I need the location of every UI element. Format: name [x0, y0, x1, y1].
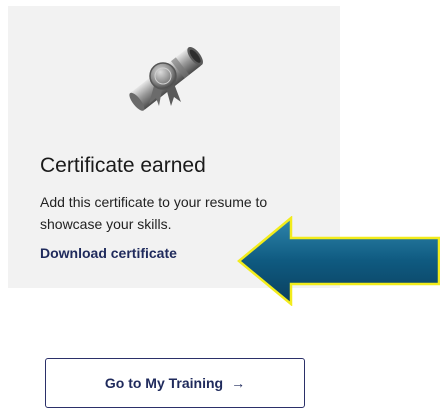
- download-certificate-link[interactable]: Download certificate: [40, 245, 177, 261]
- certificate-scroll-icon: [129, 47, 203, 111]
- go-to-my-training-button[interactable]: Go to My Training →: [45, 358, 305, 408]
- training-button-label: Go to My Training: [104, 375, 224, 391]
- card-title: Certificate earned: [40, 154, 206, 177]
- arrow-right-icon: →: [231, 375, 246, 391]
- pointer-arrow-icon: [237, 216, 440, 306]
